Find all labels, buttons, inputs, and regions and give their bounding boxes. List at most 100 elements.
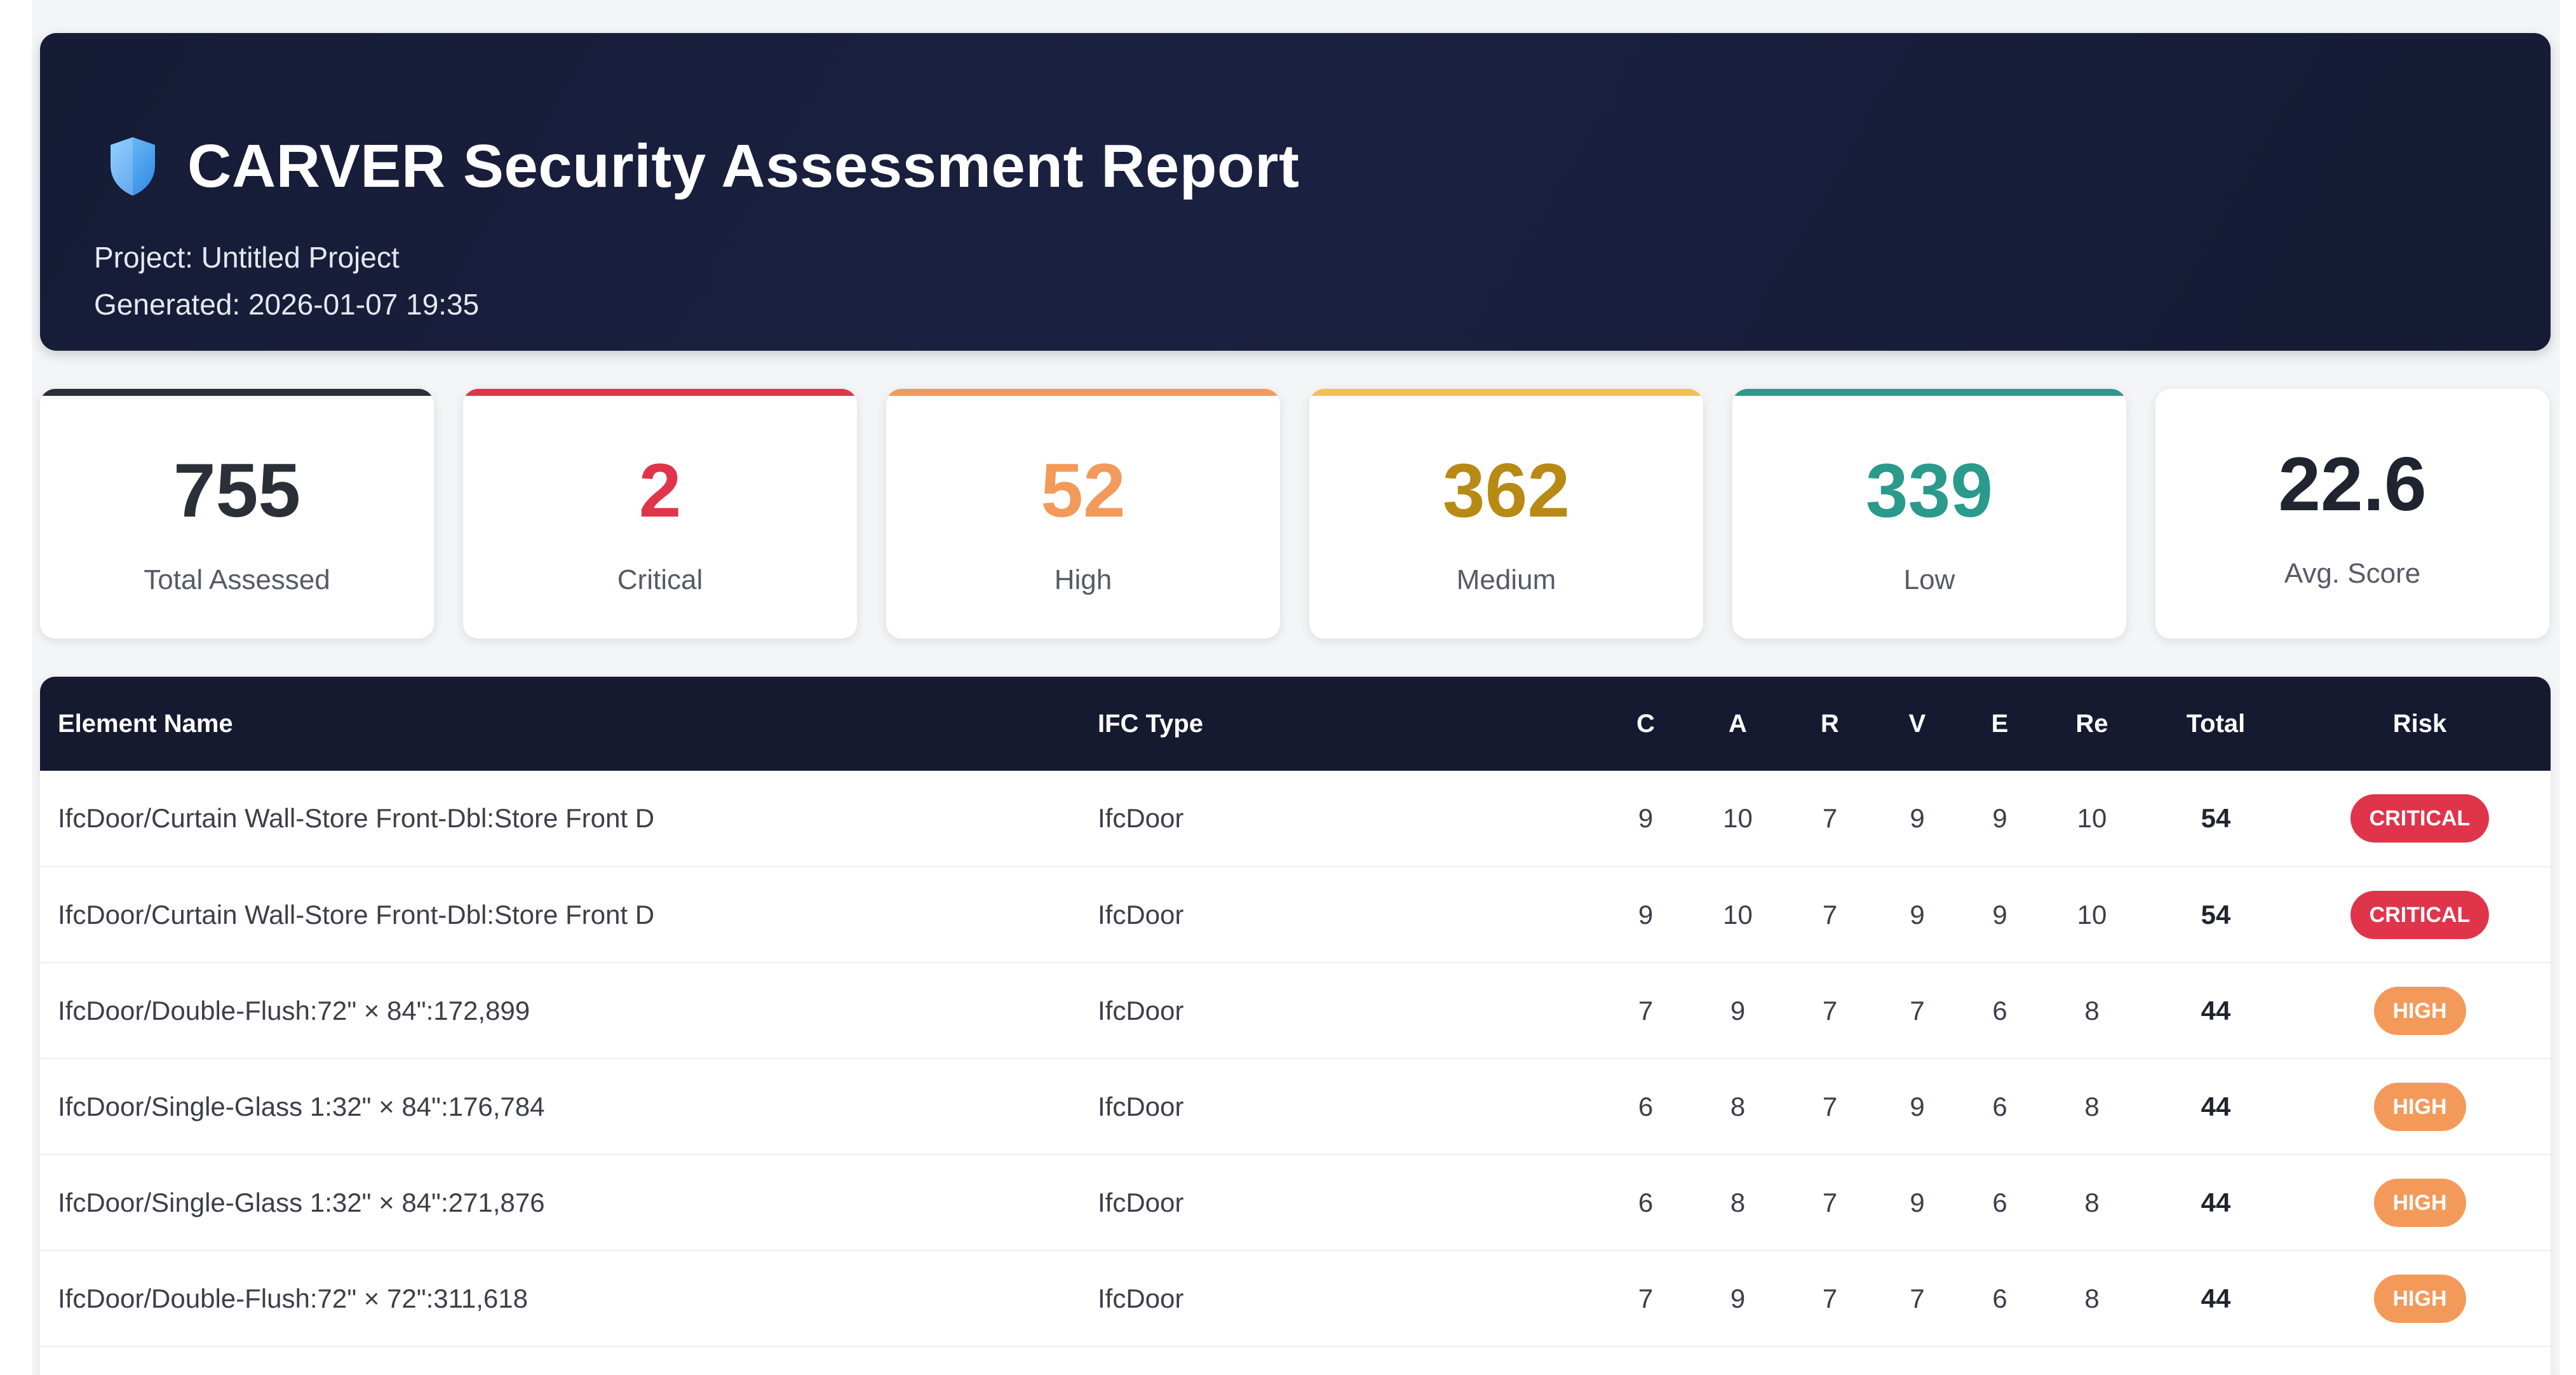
cell-ifc-type: IfcDoor	[1098, 803, 1184, 833]
header-total[interactable]: Total	[2143, 677, 2289, 771]
header-risk[interactable]: Risk	[2289, 677, 2551, 771]
cell-total: 44	[2201, 1283, 2231, 1313]
cell-element-name: IfcDoor/Curtain Wall-Store Front-Dbl:Sto…	[58, 899, 655, 930]
cell-re: 10	[2077, 803, 2107, 833]
table-row[interactable]: IfcDoor/Double-Flush:72" × 72":311,618 If…	[40, 1250, 2551, 1346]
cell-a: 10	[1723, 899, 1753, 930]
header-re[interactable]: Re	[2041, 677, 2143, 771]
cell-r: 7	[1822, 1283, 1838, 1313]
header-c[interactable]: C	[1600, 677, 1692, 771]
cell-re: 8	[2084, 995, 2100, 1026]
cell-ifc-type: IfcDoor	[1098, 1283, 1184, 1313]
cell-c: 7	[1638, 995, 1654, 1026]
card-low: 339 Low	[1732, 389, 2126, 639]
cell-e: 6	[1992, 995, 2007, 1026]
cell-total: 44	[2201, 1187, 2231, 1217]
summary-cards: 755 Total Assessed 2 Critical 52 High 36…	[40, 389, 2551, 639]
cell-v: 9	[1910, 899, 1925, 930]
table-header-row: Element Name IFC Type C A R V E Re Total…	[40, 677, 2551, 771]
card-value: 362	[1442, 448, 1570, 533]
cell-a: 8	[1730, 1187, 1746, 1217]
cell-total: 54	[2201, 899, 2231, 930]
card-medium: 362 Medium	[1309, 389, 1703, 639]
cell-c: 9	[1638, 803, 1654, 833]
cell-element-name: IfcDoor/Double-Flush:72" × 72":311,618	[58, 1283, 528, 1313]
card-value: 339	[1865, 448, 1993, 533]
cell-r: 7	[1822, 803, 1838, 833]
header-e[interactable]: E	[1959, 677, 2041, 771]
assessment-table-container: Element Name IFC Type C A R V E Re Total…	[40, 677, 2551, 1375]
card-label: Avg. Score	[2284, 558, 2421, 589]
cell-re: 8	[2084, 1283, 2100, 1313]
cell-element-name: IfcDoor/Single-Glass 1:32" × 84":271,876	[58, 1187, 545, 1217]
report-header: CARVER Security Assessment Report Projec…	[40, 33, 2551, 351]
cell-a: 8	[1730, 1091, 1746, 1121]
header-element-name[interactable]: Element Name	[40, 677, 1098, 771]
page-title: CARVER Security Assessment Report	[187, 132, 1300, 200]
cell-c: 7	[1638, 1283, 1654, 1313]
card-avg-score: 22.6 Avg. Score	[2155, 389, 2549, 639]
cell-element-name: IfcDoor/Curtain Wall-Store Front-Dbl:Sto…	[58, 803, 655, 833]
cell-ifc-type: IfcDoor	[1098, 995, 1184, 1026]
cell-total: 44	[2201, 1091, 2231, 1121]
header-r[interactable]: R	[1784, 677, 1876, 771]
table-row[interactable]: IfcDoor/Single-Glass 1:32" × 84":271,876…	[40, 1155, 2551, 1250]
card-high: 52 High	[886, 389, 1280, 639]
cell-c: 6	[1638, 1091, 1654, 1121]
table-row[interactable]: IfcDoor/Curtain Wall-Store Front-Dbl:Sto…	[40, 867, 2551, 963]
risk-badge: HIGH	[2373, 1178, 2466, 1227]
cell-element-name: IfcDoor/Double-Flush:72" × 84":172,899	[58, 995, 530, 1026]
cell-ifc-type: IfcDoor	[1098, 899, 1184, 930]
cell-risk: HIGH	[2289, 1250, 2551, 1346]
card-accent-bar	[40, 389, 434, 396]
cell-re: 10	[2077, 899, 2107, 930]
cell-c: 6	[1638, 1187, 1654, 1217]
cell-total: 44	[2201, 995, 2231, 1026]
cell-v: 9	[1910, 1091, 1925, 1121]
risk-badge: HIGH	[2373, 1274, 2466, 1323]
header-ifc-type[interactable]: IFC Type	[1098, 677, 1600, 771]
card-value: 2	[638, 448, 682, 533]
cell-risk: HIGH	[2289, 1155, 2551, 1250]
card-accent-bar	[886, 389, 1280, 396]
cell-c: 9	[1638, 899, 1654, 930]
cell-re: 8	[2084, 1187, 2100, 1217]
card-label: High	[1054, 564, 1112, 595]
shield-icon	[111, 137, 155, 196]
cell-r: 7	[1822, 1187, 1838, 1217]
cell-v: 9	[1910, 1187, 1925, 1217]
cell-risk: CRITICAL	[2289, 867, 2551, 963]
card-total-assessed: 755 Total Assessed	[40, 389, 434, 639]
project-name: Project: Untitled Project	[94, 241, 400, 274]
cell-a: 9	[1730, 995, 1746, 1026]
card-accent-bar	[1309, 389, 1703, 396]
generated-timestamp: Generated: 2026-01-07 19:35	[94, 288, 480, 321]
risk-badge: CRITICAL	[2350, 794, 2490, 843]
cell-ifc-type: IfcDoor	[1098, 1091, 1184, 1121]
cell-e: 6	[1992, 1091, 2007, 1121]
header-a[interactable]: A	[1692, 677, 1784, 771]
risk-badge: HIGH	[2373, 1082, 2466, 1131]
cell-v: 9	[1910, 803, 1925, 833]
cell-element-name: IfcDoor/Single-Glass 1:32" × 84":176,784	[58, 1091, 545, 1121]
card-label: Total Assessed	[144, 564, 330, 595]
cell-a: 9	[1730, 1283, 1746, 1313]
table-row[interactable]: IfcDoor/Single-Glass 1:32" × 84":176,784…	[40, 1059, 2551, 1155]
cell-v: 7	[1910, 995, 1925, 1026]
header-v[interactable]: V	[1876, 677, 1959, 771]
cell-risk: HIGH	[2289, 963, 2551, 1059]
cell-a: 10	[1723, 803, 1753, 833]
table-row[interactable]: IfcDoor/Curtain Wall-Store Front-Dbl:Sto…	[40, 771, 2551, 867]
cell-e: 9	[1992, 899, 2007, 930]
cell-ifc-type: IfcDoor	[1098, 1187, 1184, 1217]
cell-risk: CRITICAL	[2289, 771, 2551, 867]
table-row[interactable]: IfcDoor/Double-Flush:72" × 84":172,899 If…	[40, 963, 2551, 1059]
cell-r: 7	[1822, 995, 1838, 1026]
cell-risk: HIGH	[2289, 1059, 2551, 1155]
card-accent-bar	[463, 389, 857, 396]
cell-v: 7	[1910, 1283, 1925, 1313]
table-body: IfcDoor/Curtain Wall-Store Front-Dbl:Sto…	[40, 771, 2551, 1346]
card-value: 52	[1041, 448, 1126, 533]
card-accent-bar	[1732, 389, 2126, 396]
cell-e: 6	[1992, 1283, 2007, 1313]
